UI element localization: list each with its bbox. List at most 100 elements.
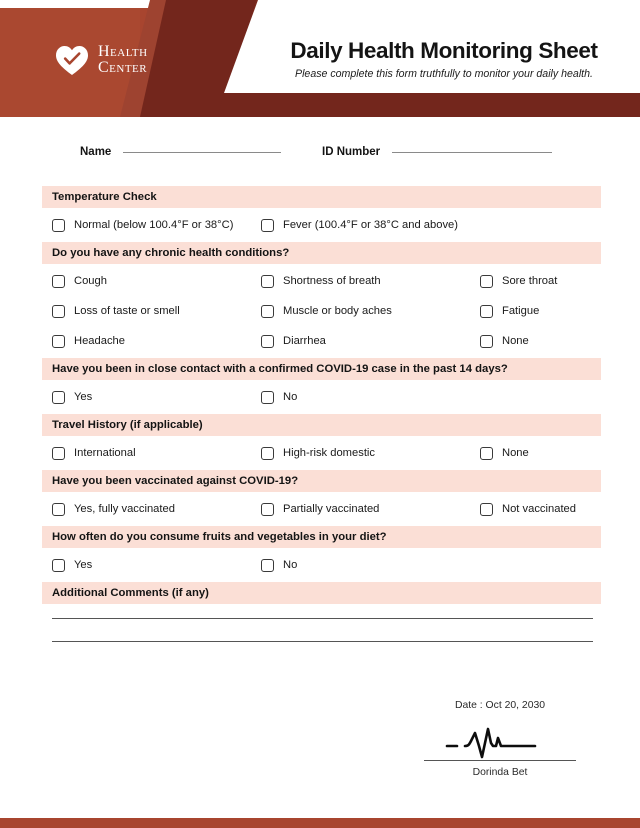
id-number-input[interactable] — [392, 152, 553, 153]
id-number-label: ID Number — [322, 146, 381, 158]
name-input[interactable] — [123, 152, 282, 153]
checkbox-icon[interactable] — [261, 218, 274, 232]
checkbox-icon[interactable] — [480, 304, 493, 318]
checkbox-label: Sore throat — [502, 275, 558, 287]
checkbox-option[interactable]: No — [261, 558, 480, 572]
checkbox-icon[interactable] — [52, 502, 65, 516]
option-group: International High-risk domestic None — [42, 436, 601, 470]
checkbox-option[interactable]: Diarrhea — [261, 334, 480, 348]
section-header: Have you been in close contact with a co… — [42, 358, 601, 380]
signer-name: Dorinda Bet — [472, 767, 528, 778]
checkbox-label: High-risk domestic — [283, 447, 376, 459]
checkbox-icon[interactable] — [52, 390, 65, 404]
checkbox-option[interactable]: High-risk domestic — [261, 446, 480, 460]
identity-row: Name ID Number — [0, 140, 640, 170]
brand-name-line1: Health — [98, 43, 148, 60]
checkbox-icon[interactable] — [480, 334, 493, 348]
ecg-signature-scribble-icon — [400, 719, 600, 759]
checkbox-option[interactable]: Fatigue — [480, 304, 540, 318]
option-row: Loss of taste or smell Muscle or body ach… — [42, 296, 601, 326]
checkbox-option[interactable]: Sore throat — [480, 274, 558, 288]
option-row: Yes No — [42, 550, 601, 580]
checkbox-icon[interactable] — [261, 502, 274, 516]
option-group: Normal (below 100.4°F or 38°C) Fever (100… — [42, 208, 601, 242]
checkbox-option[interactable]: International — [42, 446, 261, 460]
comment-input-line[interactable] — [52, 618, 593, 619]
checkbox-icon[interactable] — [261, 304, 274, 318]
checkbox-icon[interactable] — [52, 558, 65, 572]
checkbox-icon[interactable] — [480, 502, 493, 516]
option-row: Headache Diarrhea None — [42, 326, 601, 356]
checkbox-option[interactable]: Loss of taste or smell — [42, 304, 261, 318]
brand-logo: Health Center — [55, 43, 148, 77]
id-number-field-group: ID Number — [322, 146, 553, 158]
checkbox-label: Fever (100.4°F or 38°C and above) — [283, 219, 458, 231]
checkbox-label: Partially vaccinated — [283, 503, 380, 515]
checkbox-icon[interactable] — [52, 446, 65, 460]
section-header: Additional Comments (if any) — [42, 582, 601, 604]
signature-line — [424, 760, 576, 761]
checkbox-option[interactable]: Muscle or body aches — [261, 304, 480, 318]
option-row: Cough Shortness of breath Sore throat — [42, 266, 601, 296]
checkbox-icon[interactable] — [480, 274, 493, 288]
checkbox-icon[interactable] — [261, 558, 274, 572]
option-group: Yes, fully vaccinated Partially vaccinate… — [42, 492, 601, 526]
checkbox-icon[interactable] — [261, 390, 274, 404]
checkbox-icon[interactable] — [261, 446, 274, 460]
checkbox-option[interactable]: Fever (100.4°F or 38°C and above) — [261, 218, 480, 232]
checkbox-label: Yes, fully vaccinated — [74, 503, 175, 515]
page-title: Daily Health Monitoring Sheet — [290, 38, 598, 63]
option-row: International High-risk domestic None — [42, 438, 601, 468]
checkbox-option[interactable]: Yes — [42, 390, 261, 404]
checkbox-option[interactable]: Partially vaccinated — [261, 502, 480, 516]
checkbox-icon[interactable] — [261, 274, 274, 288]
checkbox-label: Shortness of breath — [283, 275, 381, 287]
checkbox-option[interactable]: Headache — [42, 334, 261, 348]
checkbox-icon[interactable] — [480, 446, 493, 460]
signature-block: Date : Oct 20, 2030 Dorinda Bet — [400, 700, 600, 778]
checkbox-option[interactable]: Normal (below 100.4°F or 38°C) — [42, 218, 261, 232]
checkbox-label: None — [502, 447, 529, 459]
checkbox-option[interactable]: None — [480, 334, 529, 348]
page-subtitle: Please complete this form truthfully to … — [295, 68, 593, 80]
checkbox-icon[interactable] — [261, 334, 274, 348]
checkbox-label: Headache — [74, 335, 126, 347]
footer-bar — [0, 818, 640, 828]
name-label: Name — [80, 146, 112, 158]
name-field-group: Name — [80, 146, 282, 158]
checkbox-label: Not vaccinated — [502, 503, 577, 515]
checkbox-option[interactable]: Yes — [42, 558, 261, 572]
comment-input-line[interactable] — [52, 641, 593, 642]
heart-check-icon — [55, 44, 89, 76]
comment-lines — [42, 604, 601, 642]
header-bottom-strip — [218, 93, 640, 117]
section-header: Temperature Check — [42, 186, 601, 208]
checkbox-icon[interactable] — [52, 304, 65, 318]
checkbox-label: Loss of taste or smell — [74, 305, 180, 317]
checkbox-option[interactable]: Not vaccinated — [480, 502, 577, 516]
checkbox-option[interactable]: Shortness of breath — [261, 274, 480, 288]
checkbox-label: Yes — [74, 391, 93, 403]
checkbox-icon[interactable] — [52, 334, 65, 348]
checkbox-option[interactable]: No — [261, 390, 480, 404]
checkbox-label: Cough — [74, 275, 107, 287]
brand-name: Health Center — [98, 43, 148, 77]
checkbox-label: Muscle or body aches — [283, 305, 392, 317]
option-row: Normal (below 100.4°F or 38°C) Fever (100… — [42, 210, 601, 240]
checkbox-icon[interactable] — [52, 274, 65, 288]
option-group: Cough Shortness of breath Sore throat Loss … — [42, 264, 601, 358]
checkbox-label: International — [74, 447, 136, 459]
option-row: Yes No — [42, 382, 601, 412]
checkbox-label: Normal (below 100.4°F or 38°C) — [74, 219, 234, 231]
section-header: Travel History (if applicable) — [42, 414, 601, 436]
checkbox-option[interactable]: Yes, fully vaccinated — [42, 502, 261, 516]
page-header: Health Center Daily Health Monitoring Sh… — [0, 0, 640, 117]
checkbox-option[interactable]: Cough — [42, 274, 261, 288]
checkbox-option[interactable]: None — [480, 446, 529, 460]
checkbox-label: Diarrhea — [283, 335, 326, 347]
checkbox-label: None — [502, 335, 529, 347]
checkbox-label: Fatigue — [502, 305, 540, 317]
checkbox-icon[interactable] — [52, 218, 65, 232]
checkbox-label: No — [283, 559, 298, 571]
option-group: Yes No — [42, 548, 601, 582]
